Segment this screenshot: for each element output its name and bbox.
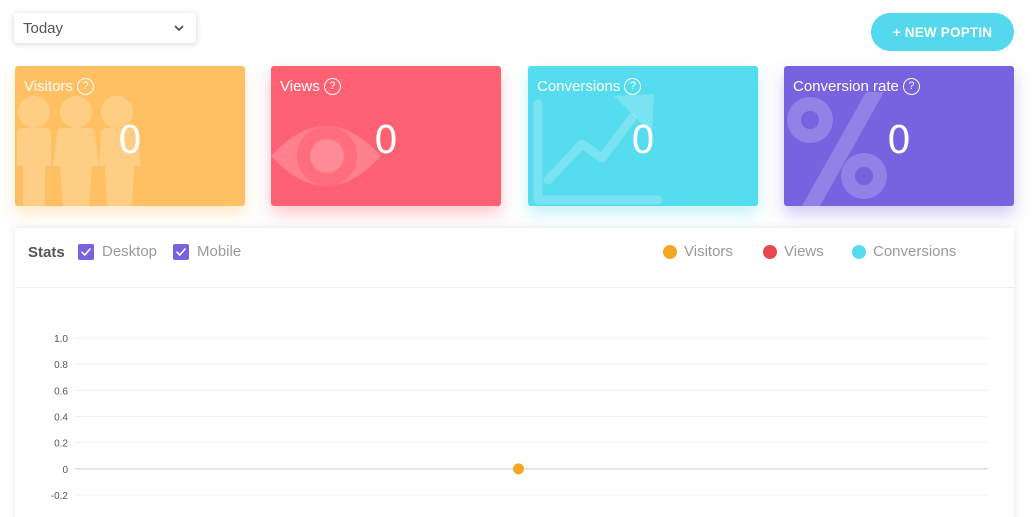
- period-select-value: Today: [23, 19, 64, 37]
- conversions-card: Conversions ? 0: [528, 66, 758, 206]
- y-tick-label: -0.2: [51, 491, 69, 502]
- y-tick-label: 0.6: [54, 386, 68, 397]
- views-card: Views ? 0: [271, 66, 501, 206]
- legend-views[interactable]: Views: [763, 243, 824, 260]
- card-value: 0: [630, 118, 656, 162]
- y-tick-label: 1.0: [54, 334, 68, 345]
- help-icon[interactable]: ?: [624, 78, 642, 95]
- desktop-label: Desktop: [102, 243, 158, 260]
- card-title: Conversions: [537, 78, 621, 95]
- card-value: 0: [373, 118, 399, 162]
- legend-dot: [763, 244, 777, 259]
- conversion-rate-card: Conversion rate ? 0: [784, 66, 1014, 206]
- y-tick-label: 0.8: [54, 360, 68, 371]
- checkmark-icon: [173, 243, 189, 260]
- stats-chart: 1.0 0.8 0.6 0.4 0.2 0 -0.2: [51, 334, 988, 502]
- help-icon[interactable]: ?: [902, 78, 920, 95]
- help-icon[interactable]: ?: [76, 78, 94, 95]
- legend-label: Conversions: [873, 243, 957, 260]
- card-title: Conversion rate: [793, 78, 899, 95]
- card-title: Views: [280, 78, 320, 95]
- legend-dot: [663, 244, 677, 259]
- period-select[interactable]: Today: [14, 13, 196, 43]
- legend-visitors[interactable]: Visitors: [663, 243, 733, 260]
- card-title: Visitors: [24, 78, 73, 95]
- card-value: 0: [117, 118, 143, 162]
- legend-label: Visitors: [684, 243, 733, 260]
- y-tick-label: 0.4: [54, 413, 68, 424]
- stats-panel: Stats Desktop Mobile Visitors Views Conv…: [15, 228, 1014, 517]
- data-point-visitors[interactable]: [513, 463, 524, 475]
- chevron-down-icon: [174, 25, 184, 31]
- stats-label: Stats: [28, 244, 65, 261]
- desktop-checkbox[interactable]: Desktop: [78, 243, 157, 260]
- y-tick-label: 0: [62, 465, 68, 476]
- legend-dot: [852, 244, 866, 259]
- help-icon[interactable]: ?: [323, 78, 341, 95]
- mobile-label: Mobile: [197, 243, 242, 260]
- new-poptin-button[interactable]: + NEW POPTIN: [871, 13, 1014, 51]
- legend-conversions[interactable]: Conversions: [852, 243, 956, 260]
- mobile-checkbox[interactable]: Mobile: [173, 243, 241, 260]
- stats-header: Stats Desktop Mobile Visitors Views Conv…: [15, 228, 1014, 288]
- legend-label: Views: [784, 243, 824, 260]
- y-tick-label: 0.2: [54, 439, 68, 450]
- checkmark-icon: [78, 243, 94, 260]
- card-value: 0: [886, 118, 912, 162]
- visitors-card: Visitors ? 0: [15, 66, 245, 206]
